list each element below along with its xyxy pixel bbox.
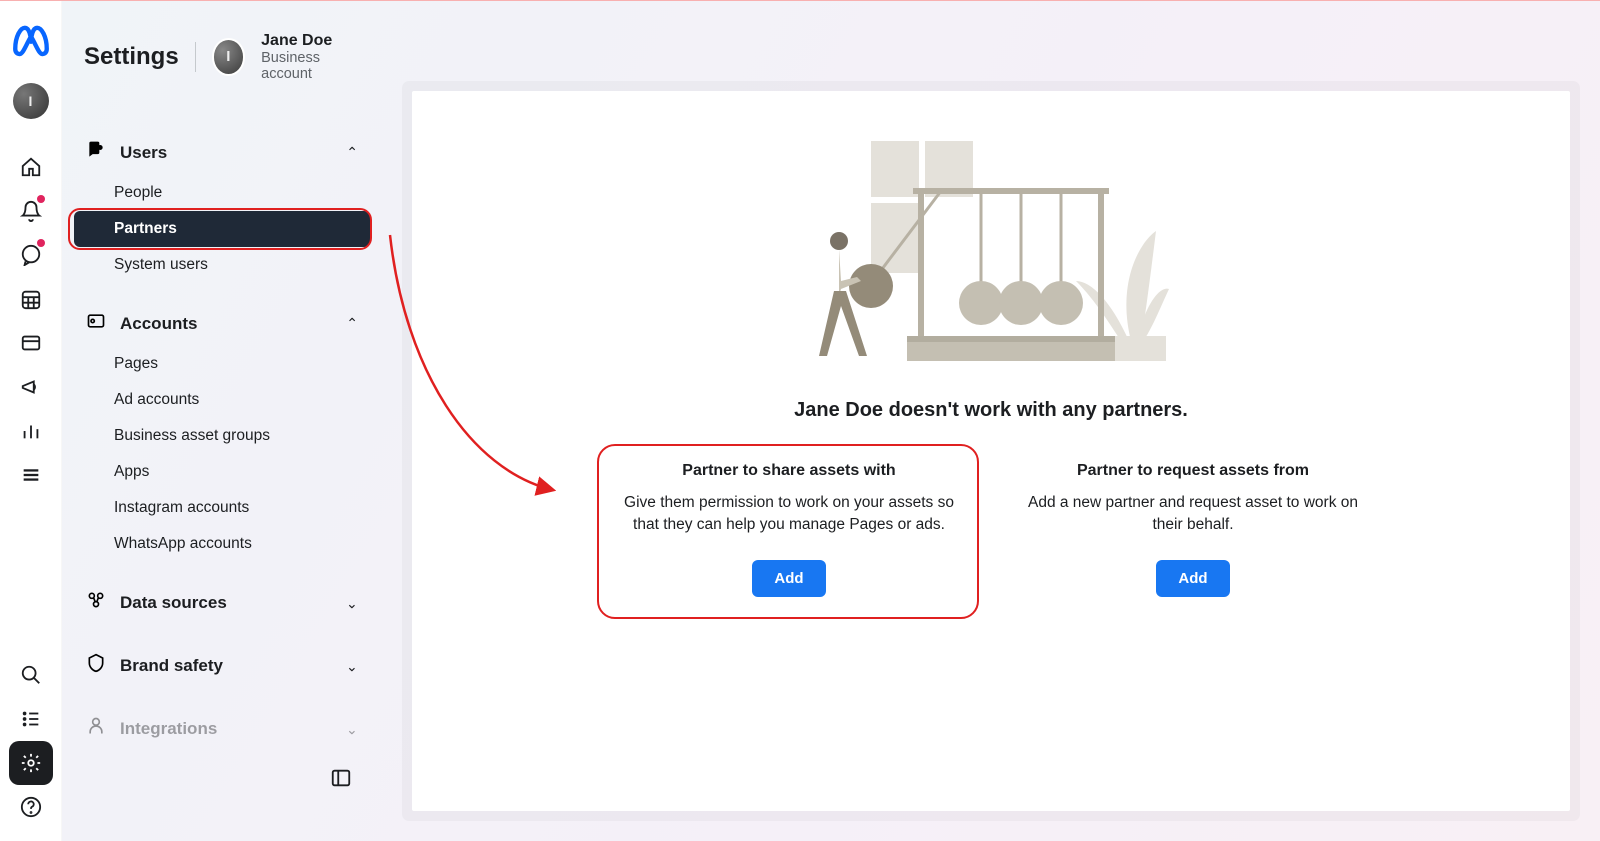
nav-header-integrations[interactable]: Integrations ⌃ [74, 706, 370, 751]
nav-header-users[interactable]: Users ⌃ [74, 130, 370, 175]
option-share-desc: Give them permission to work on your ass… [609, 492, 969, 538]
empty-state-illustration [811, 131, 1171, 381]
option-request-desc: Add a new partner and request asset to w… [1013, 492, 1373, 538]
accounts-group-icon [86, 311, 106, 336]
nav-item-ad-accounts[interactable]: Ad accounts [74, 382, 370, 418]
chat-icon[interactable] [9, 233, 53, 277]
nav-section-brand-safety: Brand safety ⌃ [74, 643, 370, 688]
nav-section-label: Data sources [120, 593, 332, 613]
nav-section-label: Brand safety [120, 656, 332, 676]
rail-avatar[interactable]: I [13, 83, 49, 119]
all-tools-icon[interactable] [9, 453, 53, 497]
help-icon[interactable] [9, 785, 53, 829]
nav-item-asset-groups[interactable]: Business asset groups [74, 418, 370, 454]
nav-section-integrations: Integrations ⌃ [74, 706, 370, 751]
chevron-down-icon: ⌃ [346, 594, 358, 611]
option-request-title: Partner to request assets from [1013, 462, 1373, 480]
nav-item-system-users[interactable]: System users [74, 247, 370, 283]
sidebar-header: Settings I Jane Doe Business account [62, 31, 382, 102]
add-request-partner-button[interactable]: Add [1156, 560, 1229, 597]
nav-section-label: Accounts [120, 314, 332, 334]
nav-section-users: Users ⌃ People Partners System users [74, 130, 370, 283]
nav-item-partners[interactable]: Partners [74, 211, 370, 247]
nav-item-instagram[interactable]: Instagram accounts [74, 490, 370, 526]
account-initial: I [226, 48, 230, 65]
nav-section-data-sources: Data sources ⌃ [74, 580, 370, 625]
empty-state-card: Jane Doe doesn't work with any partners.… [412, 91, 1570, 811]
empty-state-title: Jane Doe doesn't work with any partners. [794, 399, 1188, 422]
shield-icon [86, 653, 106, 678]
account-name: Jane Doe [261, 31, 360, 50]
settings-nav: Users ⌃ People Partners System users Acc… [62, 102, 382, 761]
add-share-partner-button[interactable]: Add [752, 560, 825, 597]
data-sources-group-icon [86, 590, 106, 615]
rail-avatar-initial: I [29, 93, 33, 109]
nav-header-data-sources[interactable]: Data sources ⌃ [74, 580, 370, 625]
account-avatar[interactable]: I [212, 38, 246, 76]
chevron-up-icon: ⌃ [346, 315, 358, 332]
notification-dot-icon [37, 195, 45, 203]
nav-section-accounts: Accounts ⌃ Pages Ad accounts Business as… [74, 301, 370, 562]
nav-item-pages[interactable]: Pages [74, 346, 370, 382]
option-request-assets: Partner to request assets from Add a new… [1003, 446, 1383, 617]
account-info: Jane Doe Business account [261, 31, 360, 82]
collapse-sidebar-icon[interactable] [330, 767, 352, 795]
meta-logo-icon[interactable] [10, 19, 52, 61]
chevron-down-icon: ⌃ [346, 720, 358, 737]
option-share-title: Partner to share assets with [609, 462, 969, 480]
nav-section-label: Users [120, 143, 332, 163]
nav-item-apps[interactable]: Apps [74, 454, 370, 490]
bell-icon[interactable] [9, 189, 53, 233]
option-share-assets: Partner to share assets with Give them p… [599, 446, 979, 617]
list-icon[interactable] [9, 697, 53, 741]
nav-section-label: Integrations [120, 719, 332, 739]
chevron-down-icon: ⌃ [346, 657, 358, 674]
account-subtitle: Business account [261, 50, 360, 82]
settings-sidebar: Settings I Jane Doe Business account Use… [62, 1, 382, 841]
search-icon[interactable] [9, 653, 53, 697]
partner-options: Partner to share assets with Give them p… [599, 446, 1383, 617]
nav-header-accounts[interactable]: Accounts ⌃ [74, 301, 370, 346]
calendar-icon[interactable] [9, 277, 53, 321]
megaphone-icon[interactable] [9, 365, 53, 409]
insights-icon[interactable] [9, 409, 53, 453]
home-icon[interactable] [9, 145, 53, 189]
users-group-icon [86, 140, 106, 165]
notification-dot-icon [37, 239, 45, 247]
chevron-up-icon: ⌃ [346, 144, 358, 161]
integrations-group-icon [86, 716, 106, 741]
nav-item-whatsapp[interactable]: WhatsApp accounts [74, 526, 370, 562]
settings-icon[interactable] [9, 741, 53, 785]
nav-header-brand-safety[interactable]: Brand safety ⌃ [74, 643, 370, 688]
nav-item-people[interactable]: People [74, 175, 370, 211]
main-content: Jane Doe doesn't work with any partners.… [382, 1, 1600, 841]
billing-icon[interactable] [9, 321, 53, 365]
divider [195, 42, 196, 72]
page-title: Settings [84, 43, 179, 71]
left-rail: I [0, 1, 62, 841]
